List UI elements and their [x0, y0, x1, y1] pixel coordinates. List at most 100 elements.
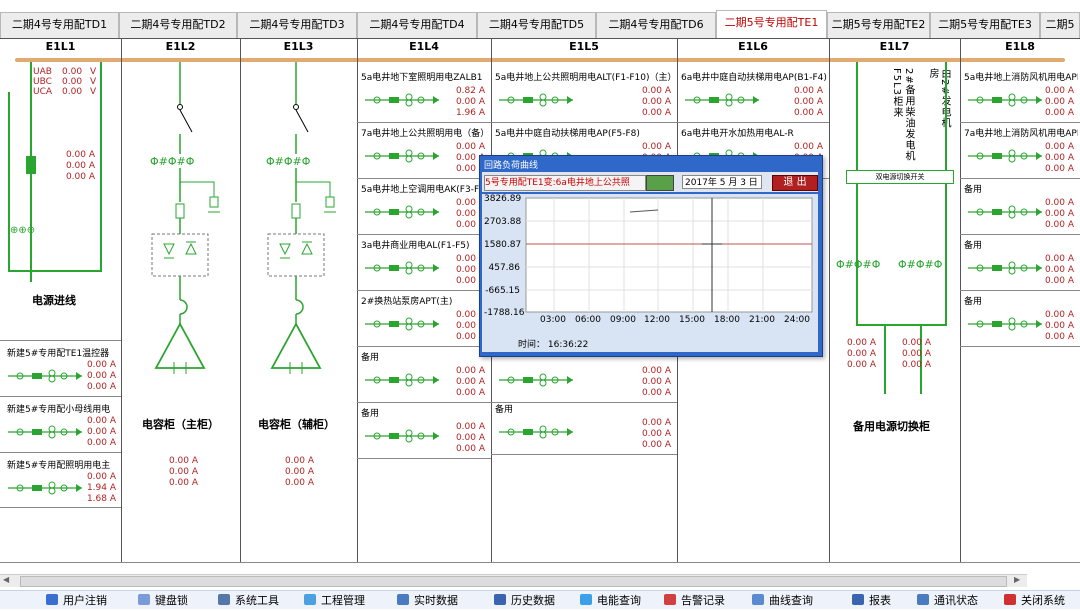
taskbar-tools-button[interactable]: 系统工具 — [218, 591, 279, 609]
feeder-symbol — [499, 373, 573, 387]
current-value: 0.00 A — [641, 418, 671, 428]
feeder-row[interactable]: 7a电井地上消防风机用电APF100.00 A0.00 A0.00 A — [960, 124, 1080, 180]
current-value: 0.00 A — [641, 440, 671, 450]
current-value: 0.00 A — [86, 382, 116, 392]
taskbar-energy-button[interactable]: 电能查询 — [580, 591, 641, 609]
current-value: 0.00 A — [86, 371, 116, 381]
current-value: 0.00 A — [455, 276, 485, 286]
feeder-name: 备用 — [495, 405, 514, 415]
tab-2[interactable]: 二期4号专用配TD2 — [119, 12, 237, 38]
feeder-name: 2#换热站泵房APT(主) — [361, 297, 453, 307]
tab-9[interactable]: 二期5号专用配TE3 — [930, 12, 1040, 38]
feeder-row[interactable]: 备用 0.00 A 0.00 A 0.00 A — [960, 236, 1080, 292]
transfer-switch[interactable]: 双电源切换开关 — [846, 170, 954, 184]
feeder-row[interactable]: 备用 0.00 A 0.00 A 0.00 A — [960, 180, 1080, 236]
scroll-left-icon[interactable]: ◀ — [3, 575, 9, 584]
current-value: 0.00 A — [846, 338, 876, 348]
curve-icon — [752, 594, 764, 605]
time-label: 时间： — [518, 340, 546, 350]
taskbar-label: 电能查询 — [597, 594, 641, 607]
row-divider — [0, 340, 121, 341]
row-divider — [357, 402, 491, 403]
feeder-row[interactable]: 2#换热站泵房APT(主) 0.00 A 0.00 A 0.00 A — [357, 292, 491, 348]
scroll-thumb[interactable] — [20, 576, 1007, 587]
current-value: 0.00 A — [86, 360, 116, 370]
plot-area — [525, 197, 813, 313]
current-value: 0.00 A — [901, 338, 931, 348]
x-tick-label: 12:00 — [644, 315, 670, 325]
query-button[interactable] — [646, 175, 674, 191]
tab-1[interactable]: 二期4号专用配TD1 — [0, 12, 119, 38]
feed-line — [8, 270, 102, 272]
current-value: 1.94 A — [86, 483, 116, 493]
row-divider — [960, 234, 1080, 235]
x-tick-label: 18:00 — [714, 315, 740, 325]
section-title: 备用电源切换柜 — [853, 420, 930, 433]
taskbar-curve-button[interactable]: 曲线查询 — [752, 591, 813, 609]
y-tick-label: 457.86 — [488, 263, 521, 273]
feeder-row[interactable]: 新建5#专用配TE1温控器 0.00 A 0.00 A 0.00 A — [0, 342, 121, 396]
feeder-row[interactable]: 备用 0.00 A 0.00 A 0.00 A — [357, 404, 491, 460]
feeder-name: 6a电井电开水加热用电AL-R — [681, 129, 794, 139]
current-value: 0.00 A — [793, 86, 823, 96]
tab-3[interactable]: 二期4号专用配TD3 — [237, 12, 357, 38]
taskbar-keyboard-lock-button[interactable]: 键盘锁 — [138, 591, 188, 609]
feeder-row[interactable]: 5a电井地上空调用电AK(F3-F 0.00 A 0.00 A 0.00 A — [357, 180, 491, 236]
feeder-symbol-wrap — [683, 92, 761, 111]
current-value: 0.00 A — [1044, 108, 1074, 118]
feeder-row[interactable]: 5a电井地上公共照明用电ALT(F1-F10)（主） 0.00 A 0.00 A 0.… — [491, 68, 677, 124]
feed-line — [945, 62, 947, 170]
y-tick-label: -665.15 — [485, 286, 520, 296]
transformer-icon: Φ#Φ#Φ — [898, 258, 943, 271]
current-value: 0.00 A — [641, 108, 671, 118]
svg-text:Φ#Φ#Φ: Φ#Φ#Φ — [150, 155, 195, 168]
tab-10[interactable]: 二期5 — [1040, 12, 1080, 38]
tab-4[interactable]: 二期4号专用配TD4 — [357, 12, 477, 38]
taskbar-report-button[interactable]: 报表 — [852, 591, 891, 609]
current-value: 0.00 A — [1044, 310, 1074, 320]
taskbar-alarm-button[interactable]: 告警记录 — [664, 591, 725, 609]
feeder-row[interactable]: 5a电井地下室照明用电ZALB1 0.82 A 0.00 A 1.96 A — [357, 68, 491, 124]
feeder-row[interactable]: 新建5#专用配小母线用电 0.00 A 0.00 A 0.00 A — [0, 398, 121, 452]
feeder-row[interactable]: 备用 0.00 A 0.00 A 0.00 A — [491, 400, 677, 456]
current-value: 0.00 A — [846, 360, 876, 370]
meter-uca-label: UCA — [33, 87, 53, 97]
feeder-row[interactable]: 5a电井地上消防风机用电APEF100.00 A0.00 A0.00 A — [960, 68, 1080, 124]
time-readout: 时间： 16:36:22 — [518, 337, 588, 350]
row-divider — [357, 234, 491, 235]
realtime-icon — [397, 594, 409, 605]
taskbar-project-button[interactable]: 工程管理 — [304, 591, 365, 609]
feeder-name: 新建5#专用配照明用电主 — [7, 461, 111, 471]
circuit-select[interactable]: 5号专用配TE1变:6a电井地上公共照 — [484, 175, 646, 191]
plot-svg — [525, 197, 813, 313]
exit-button[interactable]: 退 出 — [772, 175, 818, 191]
feeder-name: 7a电井地上消防风机用电APF10 — [964, 129, 1078, 139]
feeder-row[interactable]: 备用 0.00 A 0.00 A 0.00 A — [357, 348, 491, 404]
taskbar-user-logout-button[interactable]: 用户注销 — [46, 591, 107, 609]
feeder-row[interactable]: 备用 0.00 A 0.00 A 0.00 A — [960, 292, 1080, 348]
feeder-row[interactable]: 新建5#专用配照明用电主 0.00 A 1.94 A 1.68 A — [0, 454, 121, 508]
tab-7[interactable]: 二期5号专用配TE1 — [716, 10, 827, 38]
taskbar-realtime-button[interactable]: 实时数据 — [397, 591, 458, 609]
tab-5[interactable]: 二期4号专用配TD5 — [477, 12, 596, 38]
row-divider — [0, 396, 121, 397]
tab-8[interactable]: 二期5号专用配TE2 — [827, 12, 930, 38]
date-picker[interactable]: 2017年 5 月 3 日▼ — [682, 175, 762, 201]
branch-line — [884, 324, 886, 394]
current-value: 0.00 A — [86, 472, 116, 482]
tab-6[interactable]: 二期4号专用配TD6 — [596, 12, 716, 38]
feeder-row[interactable]: 6a电井中庭自动扶梯用电AP(B1-F4) 0.00 A 0.00 A 0.00 A — [677, 68, 829, 124]
taskbar-comm-button[interactable]: 通讯状态 — [917, 591, 978, 609]
y-tick-label: -1788.16 — [484, 308, 525, 318]
meter-uab-value: 0.00 — [62, 67, 83, 77]
dialog-toolbar: 5号专用配TE1变:6a电井地上公共照 2017年 5 月 3 日▼ 退 出 — [482, 172, 818, 201]
feeder-row[interactable]: 3a电井商业用电AL(F1-F5) 0.00 A 0.00 A 0.00 A — [357, 236, 491, 292]
horizontal-scrollbar[interactable]: ◀ ▶ — [0, 574, 1027, 587]
current-value: 0.00 A — [168, 456, 198, 466]
taskbar-label: 关闭系统 — [1021, 594, 1065, 607]
feeder-row[interactable]: 7a电井地上公共照明用电（备） 0.00 A 0.00 A 0.00 A — [357, 124, 491, 180]
scroll-right-icon[interactable]: ▶ — [1014, 575, 1020, 584]
feeder-name: 备用 — [964, 241, 983, 251]
taskbar-history-button[interactable]: 历史数据 — [494, 591, 555, 609]
taskbar-close-system-button[interactable]: 关闭系统 — [1004, 591, 1065, 609]
